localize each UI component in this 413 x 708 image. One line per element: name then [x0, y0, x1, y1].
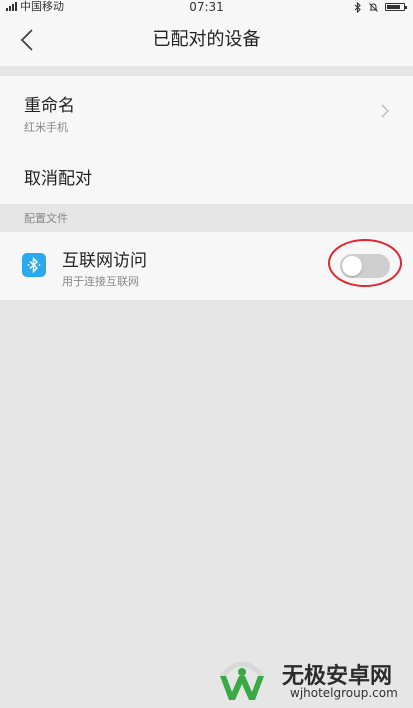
header-divider	[0, 66, 413, 76]
chevron-right-icon	[381, 104, 389, 118]
watermark-url: wjhotelgroup.com	[290, 686, 398, 700]
bluetooth-status-icon	[354, 1, 361, 13]
status-right	[354, 0, 407, 14]
status-time: 07:31	[189, 0, 224, 14]
unpair-label: 取消配对	[24, 169, 92, 189]
mute-bell-icon	[369, 2, 378, 12]
section-label-profiles: 配置文件	[24, 212, 68, 225]
rename-row[interactable]: 重命名 红米手机	[0, 76, 413, 146]
watermark: 无极安卓网 wjhotelgroup.com	[212, 652, 412, 708]
internet-access-subtitle: 用于连接互联网	[62, 275, 139, 288]
battery-icon	[385, 3, 407, 11]
bluetooth-icon	[22, 253, 46, 277]
highlight-ring	[328, 239, 402, 287]
page-title: 已配对的设备	[152, 29, 261, 50]
rename-title: 重命名	[24, 96, 75, 116]
battery-fill	[387, 5, 401, 9]
device-name: 红米手机	[24, 121, 68, 134]
watermark-logo-icon	[220, 661, 264, 700]
unpair-row[interactable]: 取消配对	[0, 146, 413, 204]
status-bar: 中国移动 07:31	[0, 0, 413, 14]
header: 已配对的设备	[0, 14, 413, 66]
internet-access-title: 互联网访问	[62, 251, 147, 271]
